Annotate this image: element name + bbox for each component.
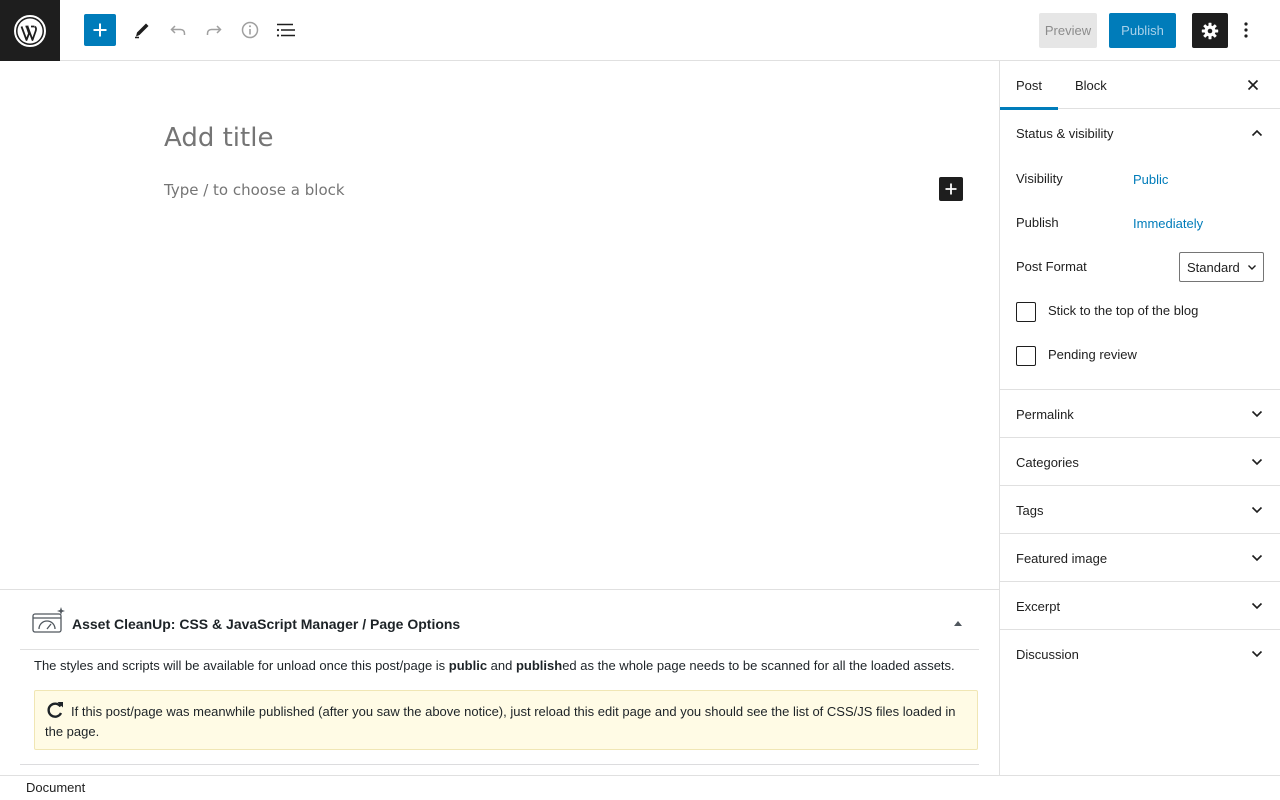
metabox-header[interactable]: Asset CleanUp: CSS & JavaScript Manager … — [20, 590, 979, 650]
description-text: The styles and scripts will be available… — [34, 658, 449, 673]
panel-toggle[interactable]: Discussion — [1000, 630, 1280, 678]
collapse-toggle-icon[interactable] — [952, 617, 964, 629]
options-menu-button[interactable] — [1234, 14, 1258, 46]
speedometer-icon — [32, 606, 66, 637]
chevron-down-icon — [1249, 406, 1265, 422]
wordpress-logo-icon — [14, 14, 46, 47]
metabox-divider — [20, 764, 979, 765]
close-sidebar-button[interactable] — [1241, 73, 1265, 97]
details-button[interactable] — [234, 14, 266, 46]
panel-toggle[interactable]: Permalink — [1000, 390, 1280, 438]
panel-title: Permalink — [1016, 406, 1074, 422]
post-format-select[interactable]: Standard — [1179, 252, 1264, 282]
plus-icon — [945, 183, 957, 195]
reload-notice: If this post/page was meanwhile publishe… — [34, 690, 978, 750]
publish-date-toggle[interactable]: Immediately — [1133, 216, 1203, 231]
tags-panel[interactable]: Tags — [1000, 486, 1280, 534]
publish-label: Publish — [1016, 215, 1059, 230]
undo-button[interactable] — [162, 14, 194, 46]
editor-canvas: Add title Type / to choose a block — [0, 61, 999, 589]
status-visibility-toggle[interactable]: Status & visibility — [1000, 109, 1280, 157]
add-block-button[interactable] — [84, 14, 116, 46]
gear-icon — [1201, 22, 1219, 39]
wordpress-logo[interactable] — [0, 0, 60, 61]
post-format-value: Standard — [1187, 259, 1240, 275]
panel-title: Categories — [1016, 454, 1079, 470]
featured-image-panel[interactable]: Featured image — [1000, 534, 1280, 582]
chevron-down-icon — [1249, 646, 1265, 662]
settings-sidebar: Post Block Status & visibility Visibilit… — [999, 61, 1280, 775]
panel-toggle[interactable]: Categories — [1000, 438, 1280, 486]
chevron-down-icon — [1249, 598, 1265, 614]
chevron-down-icon — [1249, 550, 1265, 566]
pencil-icon — [135, 23, 149, 39]
more-vertical-icon — [1244, 22, 1248, 38]
list-view-button[interactable] — [270, 14, 302, 46]
editor-header: Preview Publish — [0, 0, 1280, 61]
chevron-down-icon — [1249, 502, 1265, 518]
description-text: and — [487, 658, 516, 673]
redo-button[interactable] — [198, 14, 230, 46]
panel-title: Featured image — [1016, 550, 1108, 566]
block-breadcrumb-bar: Document — [0, 775, 1280, 800]
chevron-down-icon — [1248, 265, 1256, 270]
list-view-icon — [276, 23, 295, 37]
panel-title: Excerpt — [1016, 598, 1061, 614]
reload-icon — [45, 701, 65, 718]
post-title-input[interactable]: Add title — [164, 123, 273, 153]
panel-title: Discussion — [1016, 646, 1079, 662]
redo-icon — [206, 25, 222, 35]
pending-review-label: Pending review — [1048, 347, 1137, 362]
description-bold-public: public — [448, 658, 488, 673]
info-icon — [241, 21, 259, 39]
inline-add-block-button[interactable] — [939, 177, 963, 201]
sticky-checkbox[interactable] — [1016, 302, 1036, 322]
panel-title: Tags — [1016, 502, 1044, 518]
visibility-label: Visibility — [1016, 171, 1063, 186]
categories-panel[interactable]: Categories — [1000, 438, 1280, 486]
metabox-title: Asset CleanUp: CSS & JavaScript Manager … — [72, 616, 461, 632]
panel-toggle[interactable]: Featured image — [1000, 534, 1280, 582]
settings-button[interactable] — [1192, 13, 1228, 48]
post-format-label: Post Format — [1016, 259, 1087, 274]
permalink-panel[interactable]: Permalink — [1000, 390, 1280, 438]
close-icon — [1247, 79, 1259, 91]
tab-post[interactable]: Post — [1000, 61, 1058, 110]
panel-toggle[interactable]: Excerpt — [1000, 582, 1280, 630]
plus-icon — [93, 23, 107, 37]
tools-button[interactable] — [126, 14, 158, 46]
chevron-up-icon — [1249, 125, 1265, 141]
sticky-label: Stick to the top of the blog — [1048, 303, 1199, 318]
block-appender[interactable]: Type / to choose a block — [164, 181, 345, 199]
publish-button[interactable]: Publish — [1109, 13, 1176, 48]
panel-title: Status & visibility — [1016, 125, 1114, 141]
visibility-toggle[interactable]: Public — [1133, 172, 1168, 187]
excerpt-panel[interactable]: Excerpt — [1000, 582, 1280, 630]
undo-icon — [170, 25, 186, 35]
panel-toggle[interactable]: Tags — [1000, 486, 1280, 534]
status-visibility-panel: Status & visibility Visibility Public Pu… — [1000, 109, 1280, 390]
chevron-down-icon — [1249, 454, 1265, 470]
notice-text: If this post/page was meanwhile publishe… — [45, 704, 956, 739]
tab-block[interactable]: Block — [1075, 61, 1107, 109]
meta-boxes-area: Asset CleanUp: CSS & JavaScript Manager … — [0, 589, 999, 775]
metabox-description: The styles and scripts will be available… — [34, 658, 955, 673]
pending-review-checkbox[interactable] — [1016, 346, 1036, 366]
description-bold-publish: publish — [515, 658, 563, 673]
discussion-panel[interactable]: Discussion — [1000, 630, 1280, 678]
preview-button[interactable]: Preview — [1039, 13, 1097, 48]
description-text: ed as the whole page needs to be scanned… — [562, 658, 955, 673]
sidebar-tabs: Post Block — [1000, 61, 1280, 110]
breadcrumb-document[interactable]: Document — [26, 780, 85, 795]
